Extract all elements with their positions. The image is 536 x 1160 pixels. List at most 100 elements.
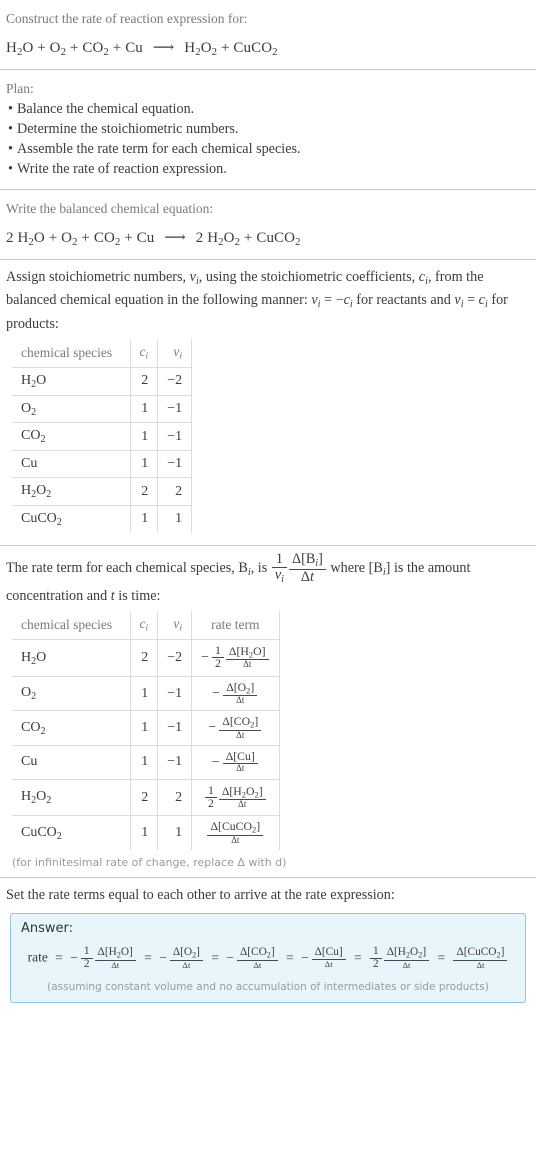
table-row: O2 1 −1 − Δ[O2] Δt <box>12 675 280 712</box>
coefficient-fraction: 12 <box>370 945 382 971</box>
rate-term-expression: Δ[CuCO2] Δt <box>206 821 264 845</box>
prompt-equation: H2O + O2 + CO2 + Cu ⟶ H2O2 + CuCO2 <box>6 38 530 58</box>
inline-fraction-delta-b-over-delta-t: Δ[Bi] Δt <box>288 552 326 585</box>
fraction-denominator: Δt <box>311 959 346 969</box>
assign-text-4: for reactants and <box>352 292 455 309</box>
delta-fraction: Δ[Cu] Δt <box>311 946 346 969</box>
balanced-equation-section: Write the balanced chemical equation: 2 … <box>0 190 536 259</box>
cell-species: CuCO2 <box>12 815 131 851</box>
fraction-numerator: Δ[Cu] <box>314 946 343 959</box>
reaction-arrow-icon: ⟶ <box>164 229 186 246</box>
plan-heading: Plan: <box>6 80 34 96</box>
table-header-row: chemical species ci νi rate term <box>12 611 280 641</box>
cell-rate-term: Δ[CuCO2] Δt <box>191 815 280 851</box>
bullet-icon: • <box>8 141 13 158</box>
table-row: H2O2 2 2 1 2 Δ[H2O2] Δt <box>12 778 280 817</box>
cell-species: H2O2 <box>12 477 131 507</box>
prompt-section: Construct the rate of reaction expressio… <box>0 0 536 69</box>
plan-section: Plan: • Balance the chemical equation. • D… <box>0 70 536 190</box>
cell-c: 2 <box>129 639 159 677</box>
fraction-numerator: Δ[CO2] <box>222 715 259 730</box>
cell-nu: 1 <box>157 505 193 533</box>
cell-nu: 2 <box>157 778 193 817</box>
column-header-nu: νi <box>157 611 193 641</box>
table-row: Cu 1 −1 − Δ[Cu] Δt <box>12 745 280 780</box>
stoichiometric-table: chemical species ci νi H2O 2 −2 O2 1 −1 … <box>12 339 193 533</box>
formula-o2: O2 <box>61 229 78 248</box>
rule-reactants: νi = −ci <box>311 292 353 311</box>
assign-text-2: , using the stoichiometric coefficients, <box>198 268 419 285</box>
column-header-species: chemical species <box>12 339 131 368</box>
c-symbol: ci <box>418 268 428 287</box>
fraction-denominator: Δt <box>218 799 266 809</box>
cell-c: 1 <box>129 815 159 851</box>
delta-fraction: Δ[CO2] Δt <box>236 946 278 970</box>
rate-intro-text-5: is time: <box>114 588 161 605</box>
formula-co2: CO2 <box>82 39 109 58</box>
rate-expression: rate = −1 2 Δ[H2O] Δt = − Δ[O2] Δt = − Δ[CO2] Δ… <box>21 944 515 977</box>
delta-fraction: Δ[H2O] Δt <box>94 946 136 970</box>
coefficient-fraction: 12 <box>204 784 217 811</box>
formula-h2o: H2O <box>6 39 34 58</box>
plus-sign: + <box>124 229 137 246</box>
fraction-numerator: 1 <box>83 945 90 958</box>
plan-item: • Write the rate of reaction expression. <box>8 161 530 178</box>
cell-rate-term: − Δ[Cu] Δt <box>191 745 280 780</box>
sign: − <box>226 949 234 965</box>
fraction-denominator: Δt <box>223 695 258 705</box>
rate-term-expression: 1 2 Δ[H2O2] Δt <box>204 784 267 811</box>
plus-sign: + <box>48 229 62 246</box>
bullet-icon: • <box>8 101 13 118</box>
cell-species: H2O <box>12 366 131 396</box>
cell-species: CO2 <box>12 422 131 452</box>
fraction-denominator: Δt <box>453 959 508 970</box>
fraction-numerator: 1 <box>275 550 283 567</box>
fraction-numerator: Δ[CO2] <box>239 946 275 960</box>
answer-box: Answer: rate = −1 2 Δ[H2O] Δt = − Δ[O2] Δt = … <box>10 913 526 1003</box>
cell-nu: −1 <box>157 710 193 747</box>
equals-sign: = <box>55 949 63 965</box>
equals-sign: = <box>354 949 362 965</box>
page-title: Construct the rate of reaction expressio… <box>6 11 248 26</box>
sign: − <box>300 949 309 965</box>
rule-products: νi = ci <box>454 292 488 311</box>
table-row: CuCO2 1 1 <box>12 505 193 533</box>
fraction-denominator: 2 <box>80 957 93 971</box>
plus-sign: + <box>243 229 257 246</box>
fraction-numerator: Δ[H2O2] <box>221 784 263 800</box>
fraction-denominator: Δt <box>222 763 258 773</box>
cell-nu: −1 <box>157 450 193 479</box>
rate-intro-text-3: where <box>326 559 369 576</box>
fraction-denominator: Δt <box>169 959 203 970</box>
rate-term-expression: − Δ[CO2] Δt <box>208 716 262 740</box>
plus-sign: + <box>69 39 83 56</box>
cell-c: 1 <box>129 394 159 424</box>
table-row: H2O 2 −2 <box>12 366 193 396</box>
plan-item-label: Balance the chemical equation. <box>16 101 195 118</box>
delta-fraction: Δ[CuCO2] Δt <box>207 821 264 845</box>
cell-c: 1 <box>129 745 159 780</box>
sign: − <box>212 685 221 701</box>
fraction-denominator: νi <box>271 566 287 586</box>
table-row: O2 1 −1 <box>12 394 193 424</box>
fraction-numerator: Δ[H2O] <box>97 946 133 960</box>
cell-nu: −1 <box>157 675 193 712</box>
cell-nu: −2 <box>157 639 193 677</box>
table-row: H2O 2 −2 −1 2 Δ[H2O] Δt <box>12 639 280 677</box>
cell-c: 2 <box>129 477 159 507</box>
assign-stoich-section: Assign stoichiometric numbers, νi, using… <box>0 260 536 545</box>
fraction-denominator: Δt <box>225 659 269 669</box>
table-row: CO2 1 −1 − Δ[CO2] Δt <box>12 710 280 747</box>
delta-fraction: Δ[H2O2] Δt <box>383 946 430 970</box>
plan-item: • Determine the stoichiometric numbers. <box>8 121 530 138</box>
fraction-numerator: Δ[CuCO2] <box>456 946 505 960</box>
equals-sign: = <box>285 949 294 965</box>
cell-species: O2 <box>12 675 131 712</box>
cell-species: O2 <box>12 394 131 424</box>
bracket-b-symbol: [Bi] <box>368 559 391 578</box>
cell-rate-term: − Δ[O2] Δt <box>191 675 280 712</box>
cell-c: 1 <box>129 710 159 747</box>
plus-sign: + <box>220 39 234 56</box>
cell-rate-term: 1 2 Δ[H2O2] Δt <box>191 778 280 817</box>
delta-fraction: Δ[O2] Δt <box>169 946 203 970</box>
